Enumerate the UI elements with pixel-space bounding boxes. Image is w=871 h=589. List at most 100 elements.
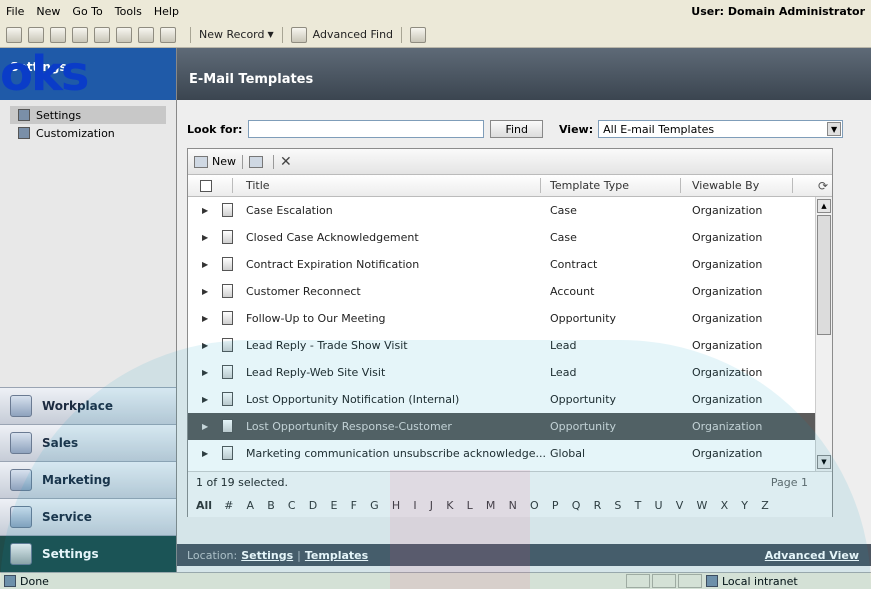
table-row[interactable]: ▶ Lost Opportunity Notification (Internal… [188, 386, 816, 413]
table-row[interactable]: ▶ Customer Reconnect Account Organization [188, 278, 816, 305]
calendar-icon[interactable] [72, 26, 88, 43]
alpha-filter-letter[interactable]: A [246, 499, 254, 512]
cell-title[interactable]: Contract Expiration Notification [246, 258, 419, 271]
expand-arrow-icon[interactable]: ▶ [202, 449, 208, 458]
alpha-filter-letter[interactable]: R [594, 499, 602, 512]
nav-item-settings[interactable]: Settings [10, 106, 166, 124]
alpha-filter-letter[interactable]: P [552, 499, 559, 512]
alpha-filter-letter[interactable]: G [370, 499, 379, 512]
alpha-filter-letter[interactable]: # [224, 499, 233, 512]
table-row[interactable]: ▶ Contract Expiration Notification Contrac… [188, 251, 816, 278]
cell-title[interactable]: Lost Opportunity Response-Customer [246, 420, 452, 433]
alpha-filter-letter[interactable]: B [267, 499, 275, 512]
alpha-filter-letter[interactable]: Y [741, 499, 748, 512]
table-row[interactable]: ▶ Lost Opportunity Response-Customer Oppor… [188, 413, 816, 440]
wunderbar-settings[interactable]: Settings [0, 535, 176, 572]
wunderbar-sales[interactable]: Sales [0, 424, 176, 461]
menu-help[interactable]: Help [154, 5, 179, 18]
expand-arrow-icon[interactable]: ▶ [202, 260, 208, 269]
cell-title[interactable]: Case Escalation [246, 204, 333, 217]
scroll-thumb[interactable] [817, 215, 831, 335]
alpha-filter-letter[interactable]: V [676, 499, 684, 512]
document-icon[interactable] [94, 26, 110, 43]
help-icon[interactable] [410, 26, 427, 43]
location-link-settings[interactable]: Settings [241, 549, 293, 562]
report-icon[interactable] [116, 26, 132, 43]
alpha-filter-letter[interactable]: C [288, 499, 296, 512]
alpha-filter-letter[interactable]: W [696, 499, 707, 512]
wunderbar-marketing[interactable]: Marketing [0, 461, 176, 498]
alpha-filter-letter[interactable]: T [635, 499, 642, 512]
alpha-filter-letter[interactable]: K [446, 499, 453, 512]
expand-arrow-icon[interactable]: ▶ [202, 233, 208, 242]
table-row[interactable]: ▶ Follow-Up to Our Meeting Opportunity Orga… [188, 305, 816, 332]
alpha-filter-letter[interactable]: J [430, 499, 433, 512]
home-icon[interactable] [6, 26, 22, 43]
expand-arrow-icon[interactable]: ▶ [202, 206, 208, 215]
cell-title[interactable]: Closed Case Acknowledgement [246, 231, 419, 244]
cell-title[interactable]: Lead Reply - Trade Show Visit [246, 339, 408, 352]
menu-new[interactable]: New [36, 5, 60, 18]
table-row[interactable]: ▶ Case Escalation Case Organization [188, 197, 816, 224]
search-input[interactable] [248, 120, 485, 138]
scroll-down-icon[interactable]: ▼ [817, 455, 831, 469]
alpha-filter-letter[interactable]: D [309, 499, 317, 512]
alpha-filter-letter[interactable]: F [351, 499, 357, 512]
grid-scrollbar[interactable]: ▲ ▼ [815, 197, 832, 471]
cell-title[interactable]: Lead Reply-Web Site Visit [246, 366, 385, 379]
expand-arrow-icon[interactable]: ▶ [202, 368, 208, 377]
expand-arrow-icon[interactable]: ▶ [202, 422, 208, 431]
menu-file[interactable]: File [6, 5, 24, 18]
alpha-filter-letter[interactable]: M [486, 499, 496, 512]
address-book-icon[interactable] [138, 26, 154, 43]
alpha-filter-letter[interactable]: H [392, 499, 400, 512]
table-row[interactable]: ▶ Lead Reply-Web Site Visit Lead Organizati… [188, 359, 816, 386]
column-header-viewable-by[interactable]: Viewable By [692, 179, 759, 192]
advanced-view-link[interactable]: Advanced View [765, 549, 859, 562]
table-row[interactable]: ▶ Marketing communication unsubscribe ack… [188, 440, 816, 467]
alpha-filter-letter[interactable]: Q [572, 499, 581, 512]
location-link-templates[interactable]: Templates [305, 549, 368, 562]
alpha-filter-letter[interactable]: N [509, 499, 517, 512]
print-icon[interactable] [249, 155, 263, 168]
advanced-find-button[interactable]: Advanced Find [313, 28, 393, 41]
cell-title[interactable]: Lost Opportunity Notification (Internal) [246, 393, 459, 406]
menu-tools[interactable]: Tools [115, 5, 142, 18]
refresh-icon[interactable]: ⟳ [818, 179, 828, 193]
alpha-filter-letter[interactable]: X [721, 499, 729, 512]
expand-arrow-icon[interactable]: ▶ [202, 314, 208, 323]
new-record-button[interactable]: New Record ▼ [199, 28, 274, 41]
chevron-down-icon[interactable]: ▼ [827, 122, 842, 136]
select-all-checkbox[interactable] [200, 179, 212, 192]
delete-icon[interactable]: ✕ [280, 154, 292, 170]
nav-item-customization[interactable]: Customization [0, 124, 176, 142]
wunderbar-service[interactable]: Service [0, 498, 176, 535]
forward-icon[interactable] [50, 26, 66, 43]
alpha-filter-all[interactable]: All [196, 499, 212, 512]
view-select[interactable]: All E-mail Templates ▼ [598, 120, 844, 138]
cell-title[interactable]: Follow-Up to Our Meeting [246, 312, 386, 325]
alpha-filter-letter[interactable]: S [614, 499, 621, 512]
alpha-filter-letter[interactable]: Z [761, 499, 769, 512]
new-template-button[interactable]: New [212, 155, 236, 168]
wunderbar-workplace[interactable]: Workplace [0, 387, 176, 424]
alpha-filter-letter[interactable]: L [467, 499, 473, 512]
menu-goto[interactable]: Go To [72, 5, 102, 18]
column-header-template-type[interactable]: Template Type [550, 179, 629, 192]
find-button[interactable]: Find [490, 120, 543, 138]
column-header-title[interactable]: Title [246, 179, 270, 192]
expand-arrow-icon[interactable]: ▶ [202, 395, 208, 404]
back-icon[interactable] [28, 26, 44, 43]
cell-title[interactable]: Customer Reconnect [246, 285, 361, 298]
cell-title[interactable]: Marketing communication unsubscribe ackn… [246, 447, 546, 460]
alpha-filter-letter[interactable]: E [330, 499, 337, 512]
alpha-filter-letter[interactable]: O [530, 499, 539, 512]
user-icon[interactable] [160, 26, 176, 43]
table-row[interactable]: ▶ Lead Reply - Trade Show Visit Lead Organi… [188, 332, 816, 359]
scroll-up-icon[interactable]: ▲ [817, 199, 831, 213]
table-row[interactable]: ▶ Closed Case Acknowledgement Case Organiza… [188, 224, 816, 251]
alpha-filter-letter[interactable]: U [655, 499, 663, 512]
alpha-filter-letter[interactable]: I [413, 499, 416, 512]
expand-arrow-icon[interactable]: ▶ [202, 287, 208, 296]
expand-arrow-icon[interactable]: ▶ [202, 341, 208, 350]
